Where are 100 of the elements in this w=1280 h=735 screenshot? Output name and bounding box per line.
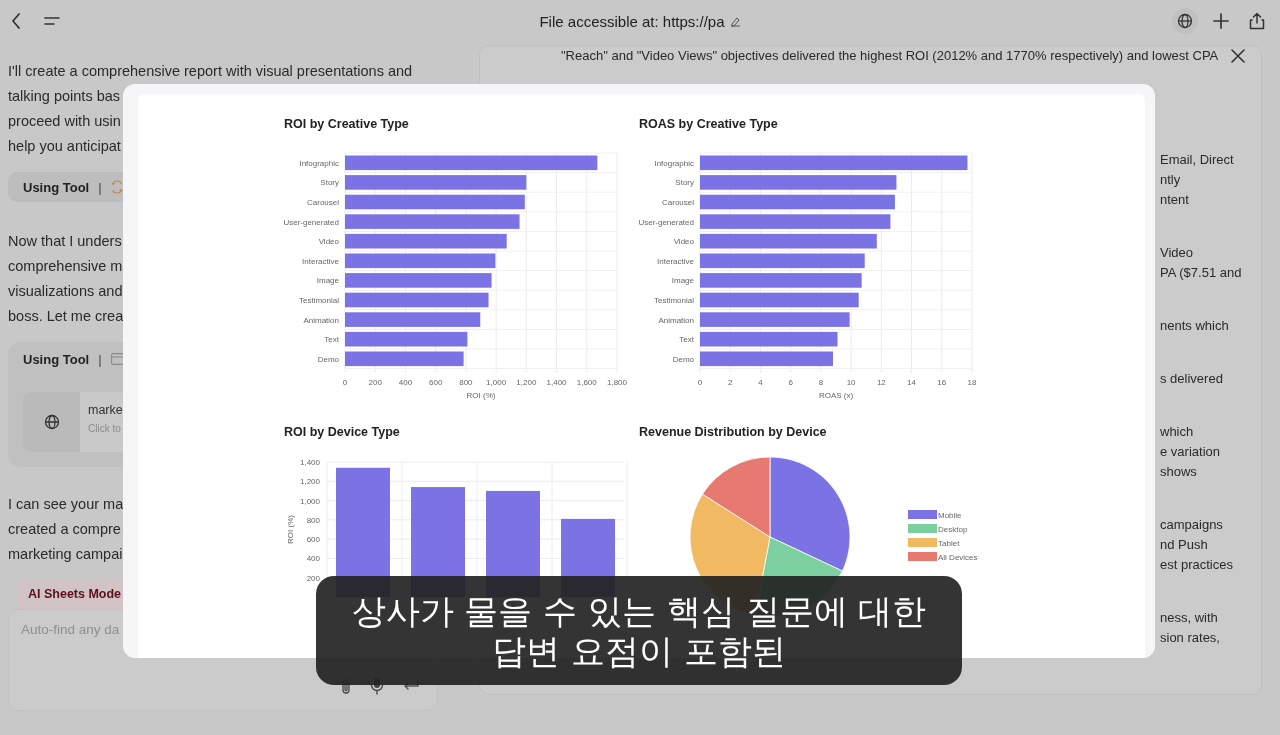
window-icon [110,353,125,365]
tick-label: 800 [459,377,473,387]
tick-label: 8 [818,377,824,387]
panel-text-line: Video [1160,244,1193,262]
legend-label: Mobile [938,510,962,520]
chat-text-line: visualizations and [8,282,123,301]
chat-text-line: boss. Let me crea [8,307,124,326]
panel-text-line: s delivered [1160,370,1223,388]
legend-label: Tablet [938,538,960,548]
tick-label: 0 [697,377,703,387]
add-icon[interactable] [1213,13,1229,29]
tick-label: 12 [876,377,886,387]
panel-text-line: est practices [1160,556,1233,574]
tool-label: Using Tool [23,351,90,367]
legend-label: All Devices [938,552,978,562]
category-label: Animation [658,315,694,325]
tick-label: 1,600 [576,377,597,387]
loading-icon [110,180,123,194]
category-label: Text [679,335,694,345]
category-label: Video [318,237,339,247]
chart-title: ROAS by Creative Type [639,117,779,133]
category-label: Testimonial [299,296,339,305]
pencil-icon[interactable] [729,15,741,27]
panel-text-line: shows [1160,463,1197,481]
chat-text-line: created a compre [8,520,121,539]
tool-label: Using Tool [23,179,90,195]
separator-text: | [98,179,102,195]
tick-label: 14 [907,377,916,387]
panel-text-line: e variation [1160,443,1220,461]
category-label: Carousel [307,198,339,207]
category-label: Image [316,276,339,286]
category-label: Animation [303,315,339,325]
panel-text-line: which [1160,423,1194,441]
tick-label: 1,400 [299,457,320,467]
tick-label: 600 [306,534,320,544]
category-label: User-generated [284,217,339,227]
chat-text-line: help you anticipat [8,137,121,156]
panel-text-line: ness, with [1160,609,1218,627]
panel-text-line: nents which [1160,317,1229,335]
tick-label: 18 [967,377,977,387]
globe-icon [43,414,60,430]
chart-title: Revenue Distribution by Device [639,424,828,441]
panel-text-line: ntly [1160,171,1181,189]
panel-text-line: nd Push [1160,536,1208,554]
axis-title: ROI (%) [466,390,496,400]
share-icon[interactable] [1249,12,1265,30]
category-label: Interactive [302,256,339,266]
panel-text-line: "Reach" and "Video Views" objectives delivered the highest ROI (2012% and 1770% respectively) and lowest CPA [561,47,1219,65]
close-icon[interactable] [1231,49,1245,63]
chart-title: ROI by Creative Type [284,117,410,133]
category-label: Carousel [662,198,694,207]
tick-label: 0 [342,377,348,387]
file-hint: Click to [88,423,122,434]
category-label: Interactive [657,256,694,266]
category-label: Image [671,276,694,286]
tick-label: 10 [846,377,856,387]
category-label: Infographic [654,158,694,168]
chart-title: ROI by Device Type [284,424,401,441]
tick-label: 400 [306,554,320,563]
category-label: Story [675,178,694,188]
tick-label: 2 [728,377,733,387]
axis-title: ROI (%) [286,514,295,544]
panel-text-line: Email, Direct [1160,151,1234,169]
tick-label: 200 [306,573,320,583]
tick-label: 1,200 [299,476,320,486]
panel-text-line: sion rates, [1160,629,1220,647]
subtitle-text: 답변 요점이 포함된 [492,630,786,671]
category-label: Demo [672,354,694,364]
panel-text-line: campaigns [1160,516,1223,534]
category-label: Demo [317,354,339,364]
back-icon[interactable] [10,12,22,30]
tick-label: 1,000 [486,377,507,387]
panel-text-line: ntent [1160,191,1189,209]
category-label: Video [673,237,694,247]
globe-button[interactable] [1172,8,1198,34]
tick-label: 400 [398,377,413,387]
tick-label: 800 [306,515,320,525]
tick-label: 16 [937,377,947,387]
tick-label: 4 [758,377,763,387]
chat-text-line: comprehensive m [8,257,123,276]
chat-text-line: Now that I unders [8,232,122,251]
category-label: User-generated [639,217,694,227]
panel-text-line: PA ($7.51 and [1160,264,1242,282]
separator-text: | [98,351,102,367]
chat-text-line: I'll create a comprehensive report with visual presentations and [8,62,413,81]
menu-icon[interactable] [44,15,60,27]
category-label: Infographic [299,158,339,168]
legend-label: Desktop [938,524,968,534]
tick-label: 1,400 [546,377,567,387]
chat-text-line: I can see your ma [8,495,124,514]
window-title: File accessible at: https://pa [539,12,725,30]
category-label: Text [324,335,339,345]
category-label: Testimonial [654,296,694,305]
tick-label: 1,800 [607,377,627,387]
tick-label: 600 [429,377,443,387]
axis-title: ROAS (x) [818,390,854,400]
chat-text-line: marketing campai [8,545,123,564]
tick-label: 1,000 [299,496,320,506]
file-name: marke [88,403,123,417]
chat-text-line: talking points bas [8,87,121,106]
